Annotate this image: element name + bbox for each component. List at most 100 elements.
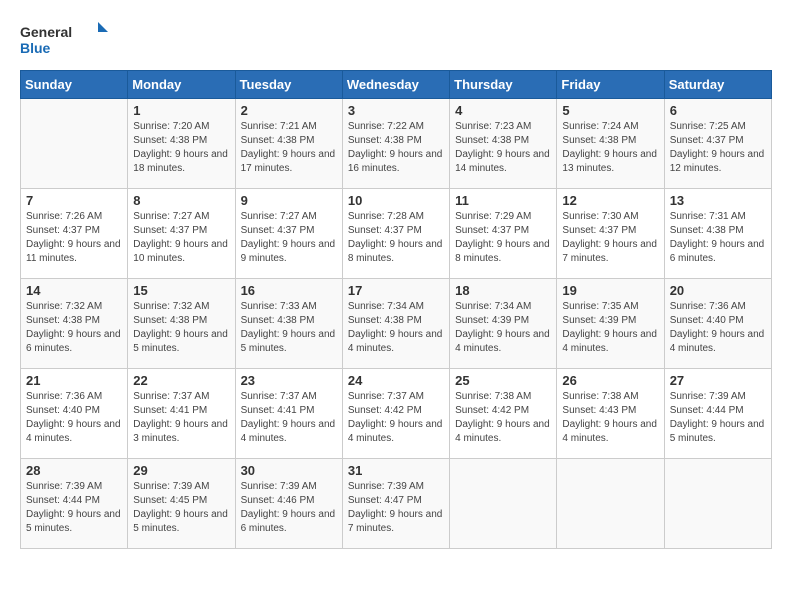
day-info: Sunrise: 7:34 AMSunset: 4:39 PMDaylight:… <box>455 300 551 356</box>
day-number: 31 <box>348 463 444 478</box>
day-info: Sunrise: 7:37 AMSunset: 4:41 PMDaylight:… <box>241 390 337 446</box>
header-saturday: Saturday <box>664 71 771 99</box>
day-info: Sunrise: 7:35 AMSunset: 4:39 PMDaylight:… <box>562 300 658 356</box>
day-number: 8 <box>133 193 229 208</box>
day-number: 24 <box>348 373 444 388</box>
calendar-week-row: 28Sunrise: 7:39 AMSunset: 4:44 PMDayligh… <box>21 459 772 549</box>
day-info: Sunrise: 7:23 AMSunset: 4:38 PMDaylight:… <box>455 120 551 176</box>
day-info: Sunrise: 7:28 AMSunset: 4:37 PMDaylight:… <box>348 210 444 266</box>
day-info: Sunrise: 7:34 AMSunset: 4:38 PMDaylight:… <box>348 300 444 356</box>
calendar-cell: 2Sunrise: 7:21 AMSunset: 4:38 PMDaylight… <box>235 99 342 189</box>
header-friday: Friday <box>557 71 664 99</box>
calendar-cell: 22 Sunrise: 7:37 AMSunset: 4:41 PMDayligh… <box>128 369 235 459</box>
day-info: Sunrise: 7:22 AMSunset: 4:38 PMDaylight:… <box>348 120 444 176</box>
calendar-cell: 12 Sunrise: 7:30 AMSunset: 4:37 PMDayligh… <box>557 189 664 279</box>
calendar-cell: 29 Sunrise: 7:39 AMSunset: 4:45 PMDayligh… <box>128 459 235 549</box>
calendar-cell: 7 Sunrise: 7:26 AMSunset: 4:37 PMDaylight… <box>21 189 128 279</box>
calendar-cell: 11 Sunrise: 7:29 AMSunset: 4:37 PMDayligh… <box>450 189 557 279</box>
logo-svg: General Blue <box>20 20 110 60</box>
calendar-week-row: 14 Sunrise: 7:32 AMSunset: 4:38 PMDayligh… <box>21 279 772 369</box>
day-info: Sunrise: 7:39 AMSunset: 4:46 PMDaylight:… <box>241 480 337 536</box>
day-info: Sunrise: 7:26 AMSunset: 4:37 PMDaylight:… <box>26 210 122 266</box>
day-info: Sunrise: 7:37 AMSunset: 4:41 PMDaylight:… <box>133 390 229 446</box>
calendar-cell: 19 Sunrise: 7:35 AMSunset: 4:39 PMDayligh… <box>557 279 664 369</box>
day-info: Sunrise: 7:33 AMSunset: 4:38 PMDaylight:… <box>241 300 337 356</box>
day-number: 4 <box>455 103 551 118</box>
day-info: Sunrise: 7:20 AMSunset: 4:38 PMDaylight:… <box>133 120 229 176</box>
calendar-cell: 28Sunrise: 7:39 AMSunset: 4:44 PMDayligh… <box>21 459 128 549</box>
calendar-cell <box>21 99 128 189</box>
day-info: Sunrise: 7:38 AMSunset: 4:42 PMDaylight:… <box>455 390 551 446</box>
header-sunday: Sunday <box>21 71 128 99</box>
day-number: 10 <box>348 193 444 208</box>
day-number: 18 <box>455 283 551 298</box>
calendar-cell: 5Sunrise: 7:24 AMSunset: 4:38 PMDaylight… <box>557 99 664 189</box>
calendar-cell: 31Sunrise: 7:39 AMSunset: 4:47 PMDayligh… <box>342 459 449 549</box>
calendar-cell: 6 Sunrise: 7:25 AMSunset: 4:37 PMDaylight… <box>664 99 771 189</box>
day-number: 3 <box>348 103 444 118</box>
header-thursday: Thursday <box>450 71 557 99</box>
day-number: 21 <box>26 373 122 388</box>
page-header: General Blue <box>20 20 772 60</box>
header-tuesday: Tuesday <box>235 71 342 99</box>
calendar-cell: 21 Sunrise: 7:36 AMSunset: 4:40 PMDayligh… <box>21 369 128 459</box>
day-info: Sunrise: 7:30 AMSunset: 4:37 PMDaylight:… <box>562 210 658 266</box>
calendar-cell: 15Sunrise: 7:32 AMSunset: 4:38 PMDayligh… <box>128 279 235 369</box>
day-info: Sunrise: 7:25 AMSunset: 4:37 PMDaylight:… <box>670 120 766 176</box>
day-info: Sunrise: 7:37 AMSunset: 4:42 PMDaylight:… <box>348 390 444 446</box>
day-number: 9 <box>241 193 337 208</box>
day-number: 28 <box>26 463 122 478</box>
calendar-cell: 3 Sunrise: 7:22 AMSunset: 4:38 PMDaylight… <box>342 99 449 189</box>
day-number: 26 <box>562 373 658 388</box>
calendar-cell: 26 Sunrise: 7:38 AMSunset: 4:43 PMDayligh… <box>557 369 664 459</box>
day-number: 20 <box>670 283 766 298</box>
day-number: 7 <box>26 193 122 208</box>
calendar-cell <box>450 459 557 549</box>
day-number: 14 <box>26 283 122 298</box>
calendar-cell: 17Sunrise: 7:34 AMSunset: 4:38 PMDayligh… <box>342 279 449 369</box>
logo: General Blue <box>20 20 110 60</box>
calendar-cell: 20Sunrise: 7:36 AMSunset: 4:40 PMDayligh… <box>664 279 771 369</box>
day-number: 16 <box>241 283 337 298</box>
calendar-cell: 10 Sunrise: 7:28 AMSunset: 4:37 PMDayligh… <box>342 189 449 279</box>
day-number: 25 <box>455 373 551 388</box>
svg-text:Blue: Blue <box>20 40 51 56</box>
calendar-cell: 27 Sunrise: 7:39 AMSunset: 4:44 PMDayligh… <box>664 369 771 459</box>
calendar-cell: 4 Sunrise: 7:23 AMSunset: 4:38 PMDaylight… <box>450 99 557 189</box>
calendar-cell <box>557 459 664 549</box>
day-info: Sunrise: 7:31 AMSunset: 4:38 PMDaylight:… <box>670 210 766 266</box>
day-number: 12 <box>562 193 658 208</box>
calendar-cell: 1 Sunrise: 7:20 AMSunset: 4:38 PMDaylight… <box>128 99 235 189</box>
calendar-cell: 8Sunrise: 7:27 AMSunset: 4:37 PMDaylight… <box>128 189 235 279</box>
day-info: Sunrise: 7:27 AMSunset: 4:37 PMDaylight:… <box>241 210 337 266</box>
calendar-cell: 14Sunrise: 7:32 AMSunset: 4:38 PMDayligh… <box>21 279 128 369</box>
day-info: Sunrise: 7:32 AMSunset: 4:38 PMDaylight:… <box>133 300 229 356</box>
day-info: Sunrise: 7:39 AMSunset: 4:45 PMDaylight:… <box>133 480 229 536</box>
day-info: Sunrise: 7:38 AMSunset: 4:43 PMDaylight:… <box>562 390 658 446</box>
day-number: 22 <box>133 373 229 388</box>
calendar-cell: 16 Sunrise: 7:33 AMSunset: 4:38 PMDayligh… <box>235 279 342 369</box>
svg-text:General: General <box>20 24 72 40</box>
calendar-cell: 13Sunrise: 7:31 AMSunset: 4:38 PMDayligh… <box>664 189 771 279</box>
calendar-cell: 9 Sunrise: 7:27 AMSunset: 4:37 PMDaylight… <box>235 189 342 279</box>
header-monday: Monday <box>128 71 235 99</box>
calendar-cell <box>664 459 771 549</box>
day-number: 27 <box>670 373 766 388</box>
day-info: Sunrise: 7:39 AMSunset: 4:44 PMDaylight:… <box>670 390 766 446</box>
day-number: 30 <box>241 463 337 478</box>
day-info: Sunrise: 7:36 AMSunset: 4:40 PMDaylight:… <box>26 390 122 446</box>
calendar-week-row: 7 Sunrise: 7:26 AMSunset: 4:37 PMDaylight… <box>21 189 772 279</box>
day-number: 29 <box>133 463 229 478</box>
calendar-header-row: SundayMondayTuesdayWednesdayThursdayFrid… <box>21 71 772 99</box>
calendar-week-row: 21 Sunrise: 7:36 AMSunset: 4:40 PMDayligh… <box>21 369 772 459</box>
day-number: 6 <box>670 103 766 118</box>
day-number: 11 <box>455 193 551 208</box>
day-number: 23 <box>241 373 337 388</box>
day-info: Sunrise: 7:21 AMSunset: 4:38 PMDaylight:… <box>241 120 337 176</box>
day-number: 1 <box>133 103 229 118</box>
day-number: 19 <box>562 283 658 298</box>
calendar-cell: 30 Sunrise: 7:39 AMSunset: 4:46 PMDayligh… <box>235 459 342 549</box>
day-info: Sunrise: 7:29 AMSunset: 4:37 PMDaylight:… <box>455 210 551 266</box>
calendar-cell: 23 Sunrise: 7:37 AMSunset: 4:41 PMDayligh… <box>235 369 342 459</box>
header-wednesday: Wednesday <box>342 71 449 99</box>
